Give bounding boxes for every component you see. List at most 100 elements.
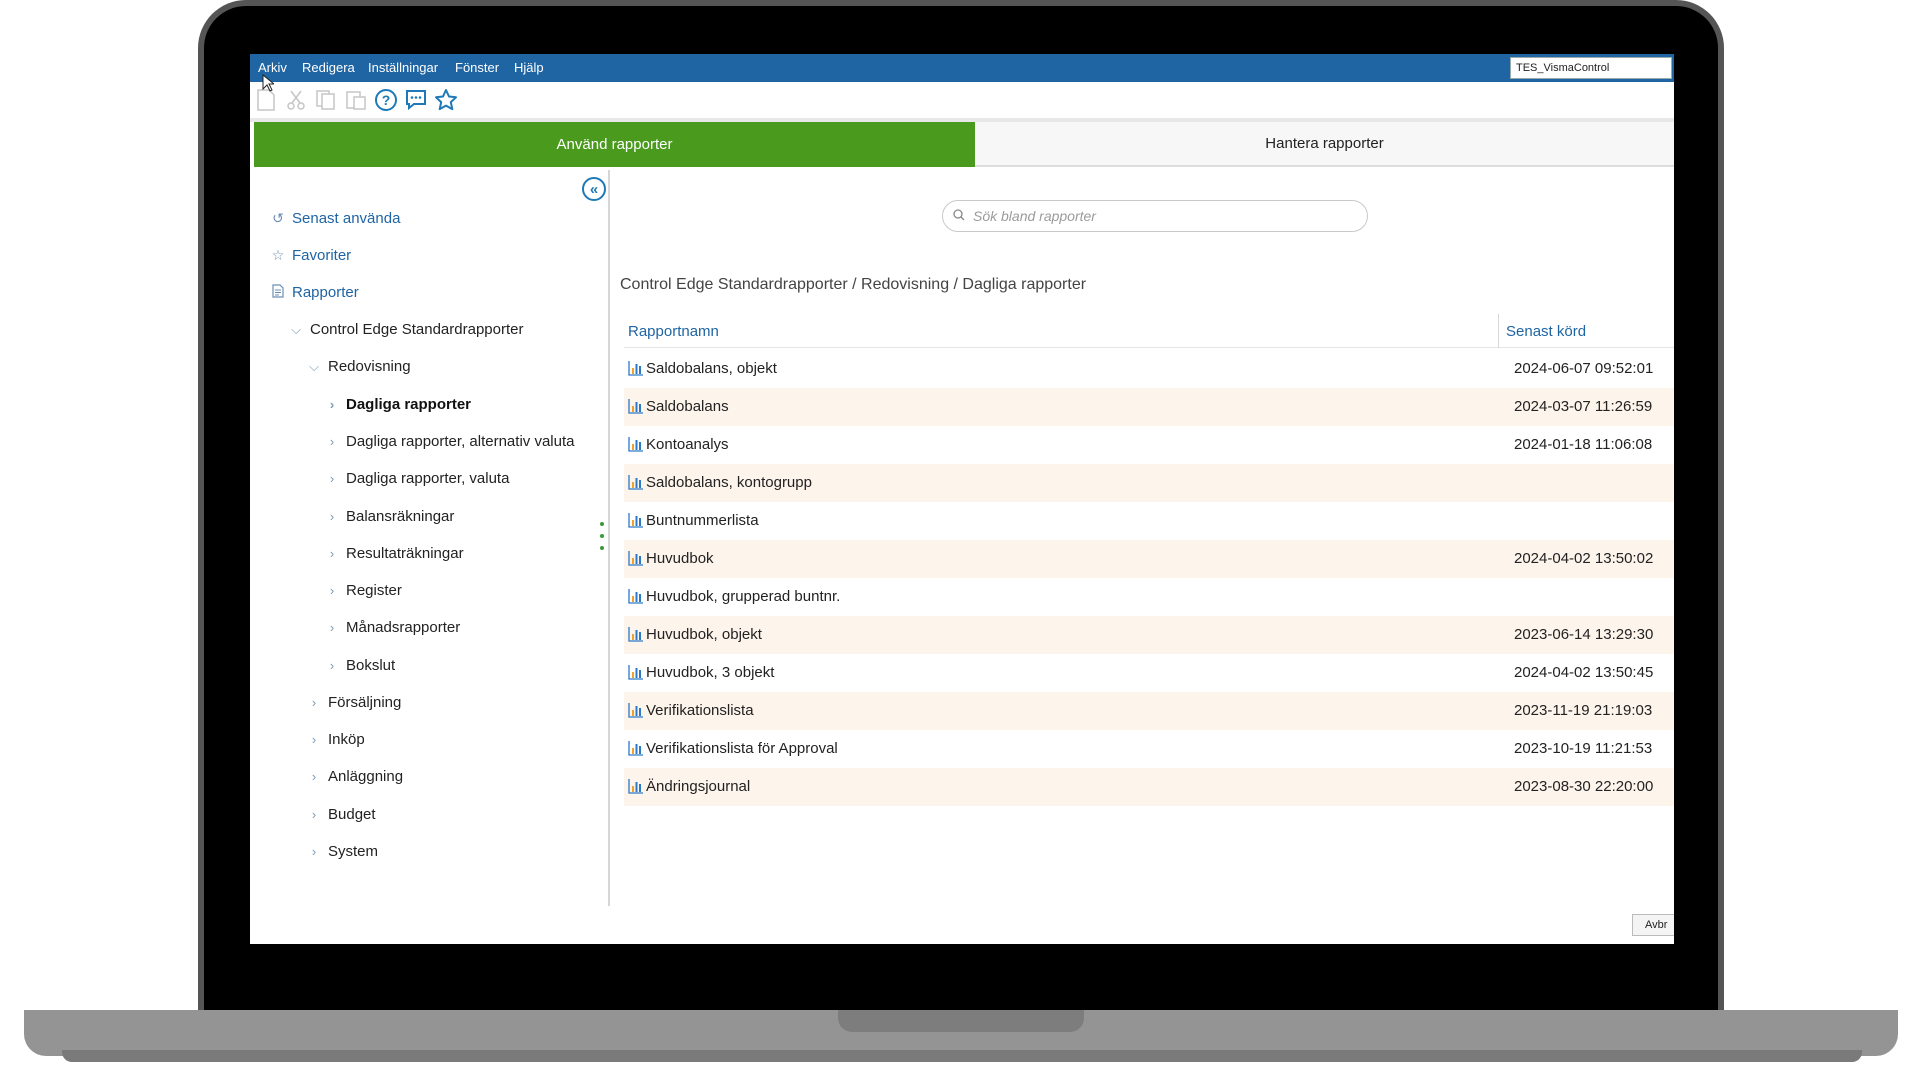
report-last-run: 2024-04-02 13:50:02 [1514, 550, 1654, 567]
sidebar-item-label: Rapporter [292, 284, 359, 301]
tree-item-dagliga-alternativ-valuta[interactable]: › Dagliga rapporter, alternativ valuta [326, 433, 575, 450]
chat-icon[interactable] [404, 88, 428, 112]
tab-manage-reports[interactable]: Hantera rapporter [975, 122, 1674, 167]
tree-item-label: Budget [328, 806, 376, 823]
tree-item-control-edge[interactable]: ⌵ Control Edge Standardrapporter [290, 321, 523, 338]
table-row[interactable]: Huvudbok, objekt 2023-06-14 13:29:30 [624, 616, 1674, 654]
report-table: Saldobalans, objekt 2024-06-07 09:52:01 … [624, 350, 1674, 806]
app-window: Arkiv Redigera Inställningar Fönster Hjä… [250, 54, 1674, 944]
report-name: Huvudbok, 3 objekt [646, 664, 775, 681]
report-last-run: 2024-06-07 09:52:01 [1514, 360, 1654, 377]
table-row[interactable]: Huvudbok, grupperad buntnr. [624, 578, 1674, 616]
tree-item-register[interactable]: › Register [326, 582, 402, 599]
chevron-right-icon: › [329, 509, 335, 524]
sidebar-item-reports[interactable]: Rapporter [270, 284, 359, 301]
tree-item-label: Månadsrapporter [346, 619, 461, 636]
cut-icon[interactable] [284, 88, 308, 112]
report-last-run: 2024-03-07 11:26:59 [1514, 398, 1653, 415]
menu-hjalp[interactable]: Hjälp [514, 60, 544, 75]
search-box[interactable] [942, 200, 1368, 232]
tree-item-bokslut[interactable]: › Bokslut [326, 657, 395, 674]
paste-icon[interactable] [344, 88, 368, 112]
menu-fonster[interactable]: Fönster [455, 60, 499, 75]
copy-icon[interactable] [314, 88, 338, 112]
report-name: Verifikationslista [646, 702, 754, 719]
menu-bar: Arkiv Redigera Inställningar Fönster Hjä… [250, 54, 1674, 82]
table-row[interactable]: Saldobalans 2024-03-07 11:26:59 [624, 388, 1674, 426]
tree-item-forsaljning[interactable]: › Försäljning [308, 694, 402, 711]
menu-installningar[interactable]: Inställningar [368, 60, 438, 75]
tree-item-inkop[interactable]: › Inköp [308, 731, 365, 748]
tree-item-balansrakningar[interactable]: › Balansräkningar [326, 508, 455, 525]
search-icon [953, 208, 965, 224]
report-last-run: 2024-01-18 11:06:08 [1514, 436, 1653, 453]
bar-chart-icon [628, 512, 644, 528]
tab-use-reports[interactable]: Använd rapporter [254, 122, 975, 167]
tree-item-label: Bokslut [346, 657, 396, 674]
tree-item-dagliga-rapporter[interactable]: › Dagliga rapporter [326, 396, 471, 413]
chevron-right-icon: › [329, 620, 335, 635]
table-row[interactable]: Saldobalans, objekt 2024-06-07 09:52:01 [624, 350, 1674, 388]
report-name: Huvudbok, objekt [646, 626, 762, 643]
resize-handle-icon[interactable] [600, 522, 604, 550]
report-last-run: 2023-06-14 13:29:30 [1514, 626, 1654, 643]
tree-item-label: Försäljning [328, 694, 402, 711]
report-name: Saldobalans [646, 398, 729, 415]
sidebar: « ↺ Senast använda ☆ Favoriter Rapporter… [250, 170, 610, 906]
sidebar-item-recent[interactable]: ↺ Senast använda [270, 210, 400, 227]
report-name: Saldobalans, kontogrupp [646, 474, 812, 491]
report-name: Buntnummerlista [646, 512, 759, 529]
tree-item-label: Dagliga rapporter [346, 396, 472, 413]
table-row[interactable]: Huvudbok, 3 objekt 2024-04-02 13:50:45 [624, 654, 1674, 692]
report-last-run: 2024-04-02 13:50:45 [1514, 664, 1654, 681]
chevron-right-icon: › [311, 769, 317, 784]
search-input[interactable] [973, 208, 1353, 224]
chevron-right-icon: › [329, 546, 335, 561]
history-icon: ↺ [272, 210, 284, 226]
company-selector[interactable]: TES_VismaControl [1510, 57, 1672, 79]
column-header-name[interactable]: Rapportnamn [628, 323, 719, 340]
bar-chart-icon [628, 664, 644, 680]
tree-item-label: Dagliga rapporter, valuta [346, 470, 510, 487]
tree-item-dagliga-valuta[interactable]: › Dagliga rapporter, valuta [326, 470, 510, 487]
report-last-run: 2023-11-19 21:19:03 [1514, 702, 1653, 719]
star-outline-icon: ☆ [271, 247, 285, 263]
chevron-right-icon: › [329, 397, 335, 412]
table-row[interactable]: Kontoanalys 2024-01-18 11:06:08 [624, 426, 1674, 464]
cancel-button[interactable]: Avbr [1632, 914, 1674, 936]
tree-item-system[interactable]: › System [308, 843, 378, 860]
tree-item-label: Register [346, 582, 402, 599]
tree-item-label: Inköp [328, 731, 365, 748]
tree-item-label: Redovisning [328, 358, 411, 375]
star-icon[interactable] [434, 88, 458, 112]
tree-item-budget[interactable]: › Budget [308, 806, 376, 823]
table-row[interactable]: Ändringsjournal 2023-08-30 22:20:00 [624, 768, 1674, 806]
bar-chart-icon [628, 740, 644, 756]
mouse-cursor-icon [262, 73, 276, 97]
collapse-sidebar-icon[interactable]: « [582, 177, 606, 201]
bar-chart-icon [628, 626, 644, 642]
table-row[interactable]: Verifikationslista för Approval 2023-10-… [624, 730, 1674, 768]
tree-item-manadsrapporter[interactable]: › Månadsrapporter [326, 619, 460, 636]
chevron-down-icon: ⌵ [309, 358, 319, 374]
column-header-last-run[interactable]: Senast körd [1506, 323, 1586, 340]
report-name: Saldobalans, objekt [646, 360, 777, 377]
chevron-right-icon: › [329, 434, 335, 449]
column-divider[interactable] [1498, 314, 1499, 348]
breadcrumb: Control Edge Standardrapporter / Redovis… [620, 276, 1087, 293]
tree-item-redovisning[interactable]: ⌵ Redovisning [308, 358, 411, 375]
chevron-right-icon: › [311, 844, 317, 859]
table-row[interactable]: Saldobalans, kontogrupp [624, 464, 1674, 502]
table-row[interactable]: Verifikationslista 2023-11-19 21:19:03 [624, 692, 1674, 730]
tree-item-resultatrakningar[interactable]: › Resultaträkningar [326, 545, 464, 562]
report-name: Verifikationslista för Approval [646, 740, 838, 757]
table-row[interactable]: Huvudbok 2024-04-02 13:50:02 [624, 540, 1674, 578]
menu-redigera[interactable]: Redigera [302, 60, 355, 75]
tree-item-anlaggning[interactable]: › Anläggning [308, 768, 403, 785]
menu-arkiv[interactable]: Arkiv [258, 60, 287, 75]
chevron-right-icon: › [311, 695, 317, 710]
sidebar-item-favorites[interactable]: ☆ Favoriter [270, 247, 351, 264]
table-row[interactable]: Buntnummerlista [624, 502, 1674, 540]
laptop-base-shadow [62, 1050, 1862, 1062]
help-icon[interactable]: ? [374, 88, 398, 112]
